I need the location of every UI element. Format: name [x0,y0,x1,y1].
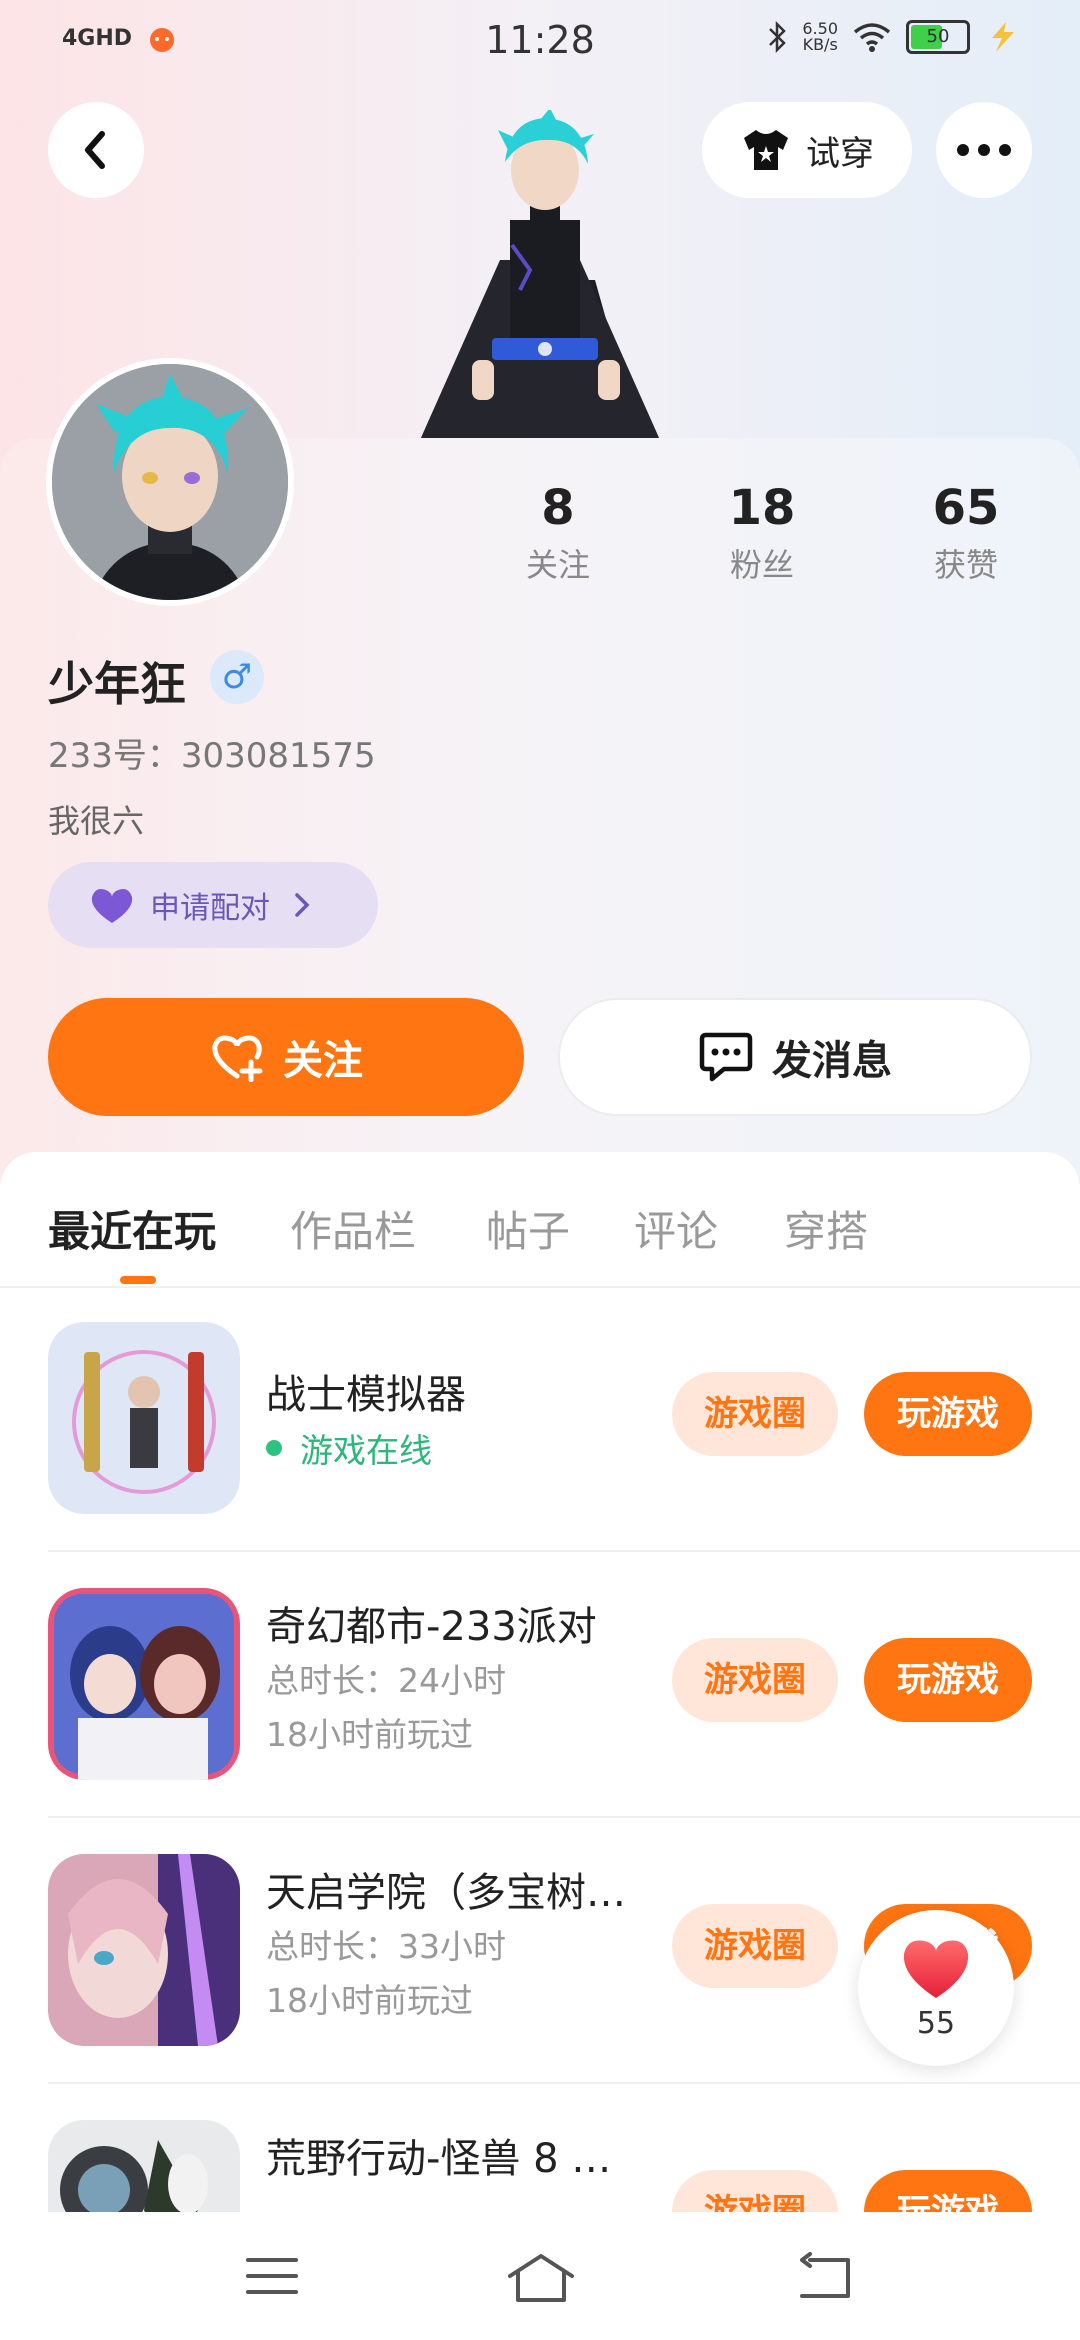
tab-indicator [120,1276,156,1284]
status-right: 6.50 KB/s 50 [766,20,1020,54]
game-duration: 总时长：24小时 [266,1661,506,1700]
like-count: 55 [916,2006,956,2041]
game-icon[interactable] [48,1854,240,2046]
username: 少年狂 [48,657,186,711]
system-nav-bar [0,2212,1080,2340]
game-icon[interactable] [48,1588,240,1780]
game-row[interactable]: 战士模拟器 游戏在线 游戏圈 玩游戏 [0,1286,1080,1552]
game-row[interactable]: 荒野行动-怪兽 8 … 游戏圈 玩游戏 [0,2084,1080,2212]
user-bio: 我很六 [48,802,145,840]
game-last-played: 18小时前玩过 [266,1981,473,2020]
game-title: 战士模拟器 [266,1372,466,1418]
chat-bubble-icon [699,1032,753,1082]
tab-bar: 最近在玩 作品栏 帖子 评论 穿搭 [0,1152,1080,1288]
online-status: 游戏在线 [266,1424,432,1472]
game-row[interactable]: 奇幻都市-233派对 总时长：24小时 18小时前玩过 游戏圈 玩游戏 [0,1552,1080,1818]
chevron-right-icon [295,893,310,917]
heart-icon [91,889,133,923]
tshirt-icon [744,130,788,170]
stat-likes[interactable]: 65 获赞 [886,480,1046,586]
pair-label: 申请配对 [150,891,270,926]
follow-button[interactable]: 关注 [48,998,524,1116]
game-circle-button[interactable]: 游戏圈 [672,1638,838,1722]
follow-label: 关注 [283,1038,363,1084]
net-speed: 6.50 KB/s [802,19,838,54]
more-dots-icon [957,144,1011,156]
game-title: 奇幻都市-233派对 [266,1604,597,1650]
tab-posts[interactable]: 帖子 [486,1198,570,1259]
play-game-button[interactable]: 玩游戏 [864,1638,1032,1722]
tab-works[interactable]: 作品栏 [290,1198,416,1259]
tab-comments[interactable]: 评论 [634,1198,718,1259]
game-last-played: 18小时前玩过 [266,1715,473,1754]
avatar[interactable] [46,358,294,606]
user-id: 233号：303081575 [48,736,376,776]
wifi-icon [853,23,891,52]
heart-icon [903,1940,969,1998]
avatar-3d-figure[interactable] [380,110,700,440]
play-game-button[interactable]: 玩游戏 [864,2170,1032,2212]
back-nav-icon[interactable] [796,2252,854,2302]
stat-fans[interactable]: 18 粉丝 [682,480,842,586]
stat-following[interactable]: 8 关注 [478,480,638,586]
game-duration: 总时长：33小时 [266,1927,506,1966]
tab-recently-played[interactable]: 最近在玩 [48,1198,216,1259]
online-dot [266,1440,282,1456]
status-bar: 4GHD 11:28 6.50 KB/s 50 [0,0,1080,84]
home-icon[interactable] [506,2252,576,2304]
game-title: 天启学院（多宝树… [266,1870,626,1916]
game-circle-button[interactable]: 游戏圈 [672,1904,838,1988]
game-circle-button[interactable]: 游戏圈 [672,1372,838,1456]
menu-icon[interactable] [246,2252,298,2300]
play-game-button[interactable]: 玩游戏 [864,1372,1032,1456]
message-button[interactable]: 发消息 [558,998,1032,1116]
charging-icon [992,22,1014,52]
tryon-button[interactable]: 试穿 [702,102,912,198]
pair-request-button[interactable]: 申请配对 [48,862,378,948]
gender-male-icon: ♂ [210,650,264,704]
heart-plus-icon [212,1035,263,1082]
message-label: 发消息 [772,1038,892,1084]
more-button[interactable] [936,102,1032,198]
back-button[interactable] [48,102,144,198]
tab-outfits[interactable]: 穿搭 [784,1198,868,1259]
avatar-image [52,364,288,600]
floating-like-button[interactable]: 55 [858,1910,1014,2066]
back-arrow-icon [85,131,105,169]
tryon-label: 试穿 [806,133,874,174]
game-icon[interactable] [48,1322,240,1514]
game-circle-button[interactable]: 游戏圈 [672,2170,838,2212]
battery-indicator: 50 [906,20,970,54]
game-title: 荒野行动-怪兽 8 … [266,2136,612,2182]
bluetooth-icon [769,20,787,54]
game-icon[interactable] [48,2120,240,2212]
